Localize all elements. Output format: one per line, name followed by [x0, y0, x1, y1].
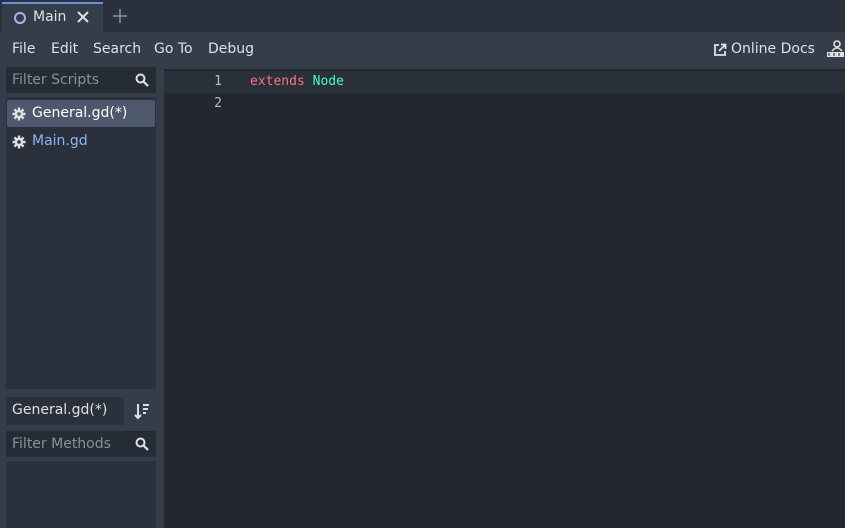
sort-icon[interactable] [133, 402, 151, 420]
add-tab-icon[interactable] [112, 8, 128, 24]
script-item-main[interactable]: Main.gd [7, 128, 155, 155]
class-reference-icon[interactable] [826, 40, 845, 58]
menu-bar: File Edit Search Go To Debug Online Docs [0, 32, 845, 66]
current-script-name: General.gd(*) [12, 402, 108, 418]
line-number: 2 [214, 96, 222, 111]
menu-search[interactable]: Search [93, 41, 141, 57]
script-item-label: General.gd(*) [32, 105, 128, 121]
script-item-label: Main.gd [32, 133, 88, 149]
line-number: 1 [214, 74, 222, 89]
filter-methods-input[interactable] [6, 431, 156, 457]
external-link-icon [714, 43, 727, 56]
method-list [6, 461, 156, 528]
circle-icon [14, 12, 26, 24]
code-line[interactable]: extends Node [250, 74, 344, 89]
current-script-label: General.gd(*) [6, 397, 124, 425]
tab-bar: Main [0, 0, 845, 32]
script-list: General.gd(*) Main.gd [6, 97, 156, 389]
tab-main[interactable]: Main [2, 2, 103, 32]
script-item-general[interactable]: General.gd(*) [7, 100, 155, 127]
close-icon[interactable] [76, 10, 90, 24]
search-icon [135, 437, 149, 451]
menu-debug[interactable]: Debug [208, 41, 254, 57]
gear-icon [12, 107, 26, 121]
online-docs-label: Online Docs [731, 41, 815, 57]
gear-icon [12, 135, 26, 149]
menu-edit[interactable]: Edit [51, 41, 78, 57]
code-keyword: extends [250, 74, 305, 89]
code-type: Node [312, 74, 344, 89]
code-editor[interactable]: 1 extends Node 2 [164, 69, 845, 528]
filter-scripts-input[interactable] [6, 67, 156, 93]
menu-go-to[interactable]: Go To [154, 41, 193, 57]
tab-label: Main [33, 9, 67, 25]
menu-file[interactable]: File [12, 41, 35, 57]
search-icon [135, 73, 149, 87]
